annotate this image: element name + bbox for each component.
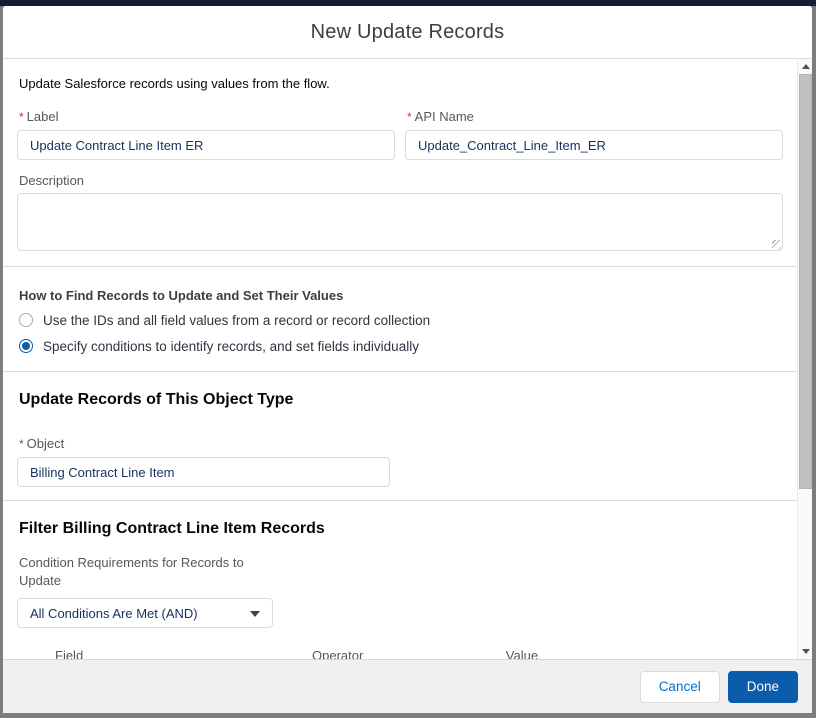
api-name-field-label: * API Name [407,109,474,124]
field-group: Field [53,648,293,659]
value-group: Value Aa Billing Contract Line Item fro.… [504,648,743,659]
how-to-heading: How to Find Records to Update and Set Th… [19,288,344,303]
required-marker: * [407,110,412,124]
modal-body: Update Salesforce records using values f… [3,59,812,659]
object-section-heading: Update Records of This Object Type [19,391,294,408]
divider [3,500,797,501]
label-field-label: * Label [19,109,59,124]
modal-header: New Update Records [3,6,812,59]
scrollbar-up-icon[interactable] [798,59,812,74]
divider [3,266,797,267]
description-textarea[interactable] [17,193,783,251]
chevron-down-icon [250,611,260,617]
label-field-group: * Label [17,108,395,160]
radio-option-label: Specify conditions to identify records, … [43,338,419,354]
modal-footer: Cancel Done [3,659,812,713]
api-name-input[interactable] [405,130,783,160]
operator-label: Operator [312,648,364,659]
label-input[interactable] [17,130,395,160]
radio-button-selected[interactable] [19,339,33,353]
object-input[interactable] [17,457,390,487]
filter-section-heading: Filter Billing Contract Line Item Record… [19,520,325,537]
object-field-label: * Object [19,436,65,451]
condition-requirements-select[interactable]: All Conditions Are Met (AND) [17,598,273,628]
intro-text: Update Salesforce records using values f… [19,76,330,91]
object-field-group: * Object [17,435,783,487]
condition-requirements-value: All Conditions Are Met (AND) [30,605,198,621]
operator-group: Operator Equals [310,648,490,659]
required-marker: * [19,110,24,124]
scroll-content: Update Salesforce records using values f… [3,59,797,659]
done-button[interactable]: Done [727,670,798,703]
cancel-button[interactable]: Cancel [639,670,720,703]
required-marker: * [19,437,24,451]
new-update-records-modal: New Update Records Update Salesforce rec… [3,6,812,713]
radio-option-specify-conditions[interactable]: Specify conditions to identify records, … [19,335,783,357]
filter-condition-row: Field Operator Equals Value Aa [53,648,783,659]
description-field-label: Description [19,173,85,188]
radio-button-unselected[interactable] [19,313,33,327]
screen-frame: New Update Records Update Salesforce rec… [0,0,816,718]
vertical-scrollbar[interactable] [797,59,812,659]
field-label: Field [55,648,84,659]
scrollbar-thumb[interactable] [799,74,812,489]
divider [3,371,797,372]
page-title: New Update Records [310,20,505,43]
api-name-field-group: * API Name [405,108,783,160]
radio-option-label: Use the IDs and all field values from a … [43,312,431,328]
label-api-row: *Label *API Name [17,108,783,160]
value-label: Value [505,648,539,659]
scrollbar-down-icon[interactable] [798,644,812,659]
radio-option-use-ids[interactable]: Use the IDs and all field values from a … [19,309,783,331]
condition-requirements-label: Condition Requirements for Records to Up… [19,555,244,588]
description-field-group: Description [17,172,783,251]
